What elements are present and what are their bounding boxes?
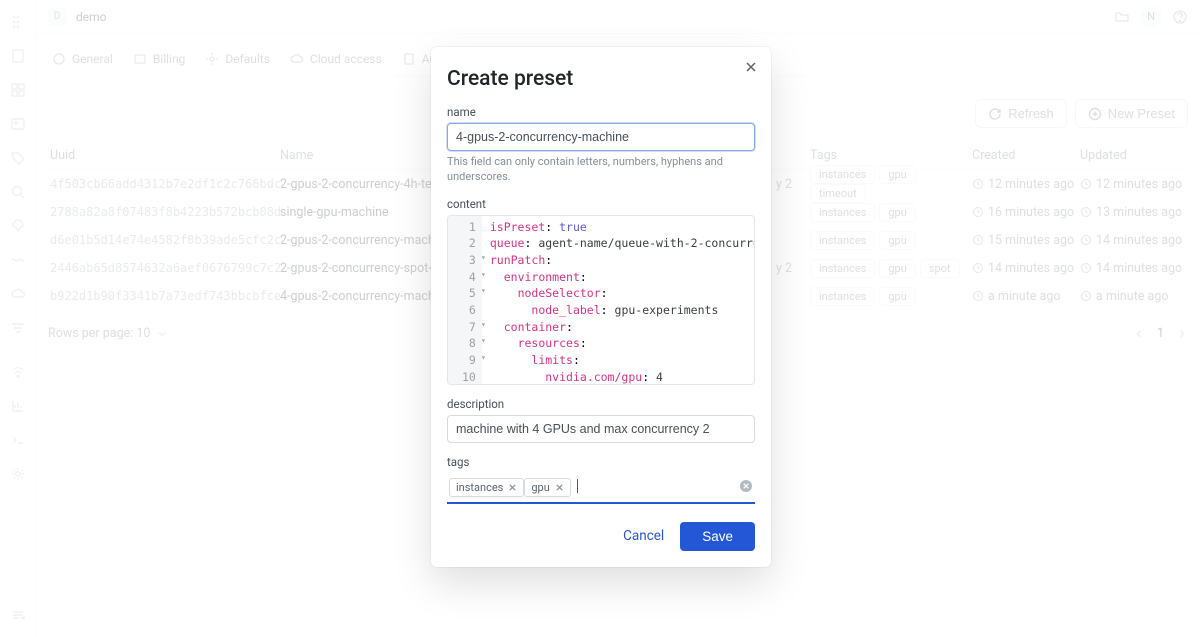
tags-label: tags xyxy=(447,455,755,469)
description-label: description xyxy=(447,397,755,411)
create-preset-modal: Create preset name This field can only c… xyxy=(431,47,771,567)
clear-tags-icon[interactable] xyxy=(739,479,753,493)
close-icon[interactable] xyxy=(743,59,759,75)
save-button[interactable]: Save xyxy=(680,522,755,551)
modal-title: Create preset xyxy=(447,67,755,91)
cancel-button[interactable]: Cancel xyxy=(623,528,664,544)
content-label: content xyxy=(447,197,755,211)
tag-chip[interactable]: gpu xyxy=(524,478,570,497)
name-label: name xyxy=(447,105,755,119)
tags-input[interactable]: instances gpu xyxy=(447,473,755,504)
description-input[interactable] xyxy=(447,415,755,443)
name-help: This field can only contain letters, num… xyxy=(447,155,755,185)
tag-chip[interactable]: instances xyxy=(449,478,524,497)
content-editor[interactable]: 12345678910 isPreset: truequeue: agent-n… xyxy=(447,215,755,385)
name-input[interactable] xyxy=(447,123,755,151)
caret xyxy=(577,479,578,493)
